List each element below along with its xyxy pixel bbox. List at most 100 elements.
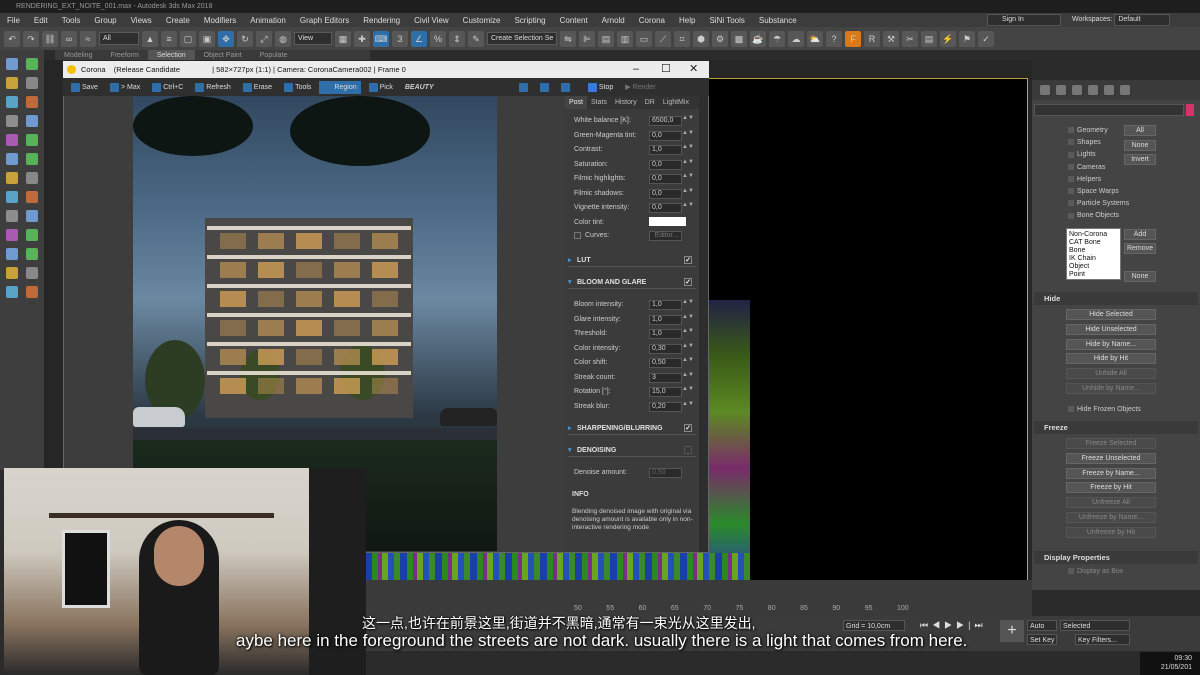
category-invert-button[interactable]: Invert — [1124, 154, 1156, 165]
hierarchy-tab-icon[interactable] — [1072, 85, 1082, 95]
left-tool-icon[interactable] — [6, 267, 18, 279]
hide-frozen-checkbox[interactable]: Hide Frozen Objects — [1068, 405, 1141, 415]
selection-region-icon[interactable]: ▢ — [180, 30, 196, 47]
left-tool-icon[interactable] — [6, 153, 18, 165]
menu-item-animation[interactable]: Animation — [243, 16, 293, 25]
left-tool-icon[interactable] — [6, 229, 18, 241]
sini-forensic-icon[interactable]: ⚑ — [959, 30, 975, 47]
category-geometry-checkbox[interactable]: Geometry — [1068, 126, 1108, 136]
link-icon[interactable]: ⛓ — [42, 30, 58, 47]
ribbon-toggle-icon[interactable]: ▭ — [636, 30, 652, 47]
place-icon[interactable]: ◍ — [275, 30, 291, 47]
bone-list-item[interactable]: Point — [1069, 271, 1118, 279]
key-selection-dropdown[interactable]: Selected — [1060, 620, 1130, 631]
menu-item-edit[interactable]: Edit — [27, 16, 55, 25]
bloom-field[interactable]: 0,30 — [649, 343, 682, 354]
bloom-field[interactable]: 1,0 — [649, 329, 682, 339]
vfb-stop-button[interactable]: Stop — [584, 81, 617, 94]
curves-editor-button[interactable]: Editor... — [649, 231, 682, 241]
named-selection-dropdown[interactable]: Create Selection Se — [487, 32, 557, 45]
object-color-swatch[interactable] — [1186, 104, 1194, 116]
object-name-field[interactable] — [1034, 104, 1184, 116]
tone-spinner[interactable]: ▲▼ — [682, 144, 694, 150]
zoom-in-icon[interactable] — [536, 81, 553, 94]
post-tab-history[interactable]: History — [611, 96, 641, 109]
window-crossing-icon[interactable]: ▣ — [199, 30, 215, 47]
workspaces-selector[interactable]: Workspaces: Default — [1072, 14, 1200, 26]
render-iterative-icon[interactable]: ☂ — [769, 30, 785, 47]
rotate-icon[interactable]: ↻ — [237, 30, 253, 47]
menu-item-views[interactable]: Views — [124, 16, 159, 25]
render-setup-icon[interactable]: ⚙ — [712, 30, 728, 47]
left-tool-icon[interactable] — [6, 134, 18, 146]
auto-key-button[interactable]: Auto Key — [1027, 620, 1057, 641]
post-scrollbar[interactable] — [699, 96, 708, 552]
vfb-region-button[interactable]: Region — [319, 80, 361, 94]
left-tool-icon[interactable] — [26, 134, 38, 146]
menu-item-graph-editors[interactable]: Graph Editors — [293, 16, 356, 25]
workspace-value[interactable]: Default — [1114, 14, 1171, 26]
freeze-button[interactable]: Unfreeze by Name... — [1066, 512, 1156, 523]
key-filters-button[interactable]: Key Filters... — [1075, 634, 1130, 645]
left-tool-icon[interactable] — [26, 77, 38, 89]
category-space-warps-checkbox[interactable]: Space Warps — [1068, 187, 1119, 197]
snaps-toggle-icon[interactable]: 3 — [392, 30, 408, 47]
left-tool-icon[interactable] — [6, 172, 18, 184]
bone-list-item[interactable]: IK Chain Object — [1069, 255, 1118, 271]
left-tool-icon[interactable] — [6, 96, 18, 108]
render-cloud-icon[interactable]: ⛅ — [807, 30, 823, 47]
category-shapes-checkbox[interactable]: Shapes — [1068, 138, 1101, 148]
vfb-erase-button[interactable]: Erase — [239, 81, 276, 94]
category-all-button[interactable]: All — [1124, 125, 1156, 136]
category-lights-checkbox[interactable]: Lights — [1068, 150, 1096, 160]
online-help-icon[interactable]: ? — [826, 30, 842, 47]
close-icon[interactable]: ✕ — [689, 61, 698, 78]
corona-converter-icon[interactable]: ⚒ — [883, 30, 899, 47]
tone-field[interactable]: 0,0 — [649, 203, 682, 213]
forest-pack-icon[interactable]: F — [845, 30, 861, 47]
menu-item-group[interactable]: Group — [87, 16, 123, 25]
menu-item-sini-tools[interactable]: SiNi Tools — [702, 16, 751, 25]
freeze-rollout-header[interactable]: Freeze — [1034, 421, 1198, 434]
menu-item-tools[interactable]: Tools — [55, 16, 88, 25]
tone-spinner[interactable]: ▲▼ — [682, 188, 694, 194]
hide-rollout-header[interactable]: Hide — [1034, 292, 1198, 305]
bloom-glare-checkbox[interactable]: ✓ — [684, 278, 692, 286]
freeze-button[interactable]: Freeze Selected — [1066, 438, 1156, 449]
menu-item-rendering[interactable]: Rendering — [356, 16, 407, 25]
layer-explorer-icon[interactable]: ▤ — [598, 30, 614, 47]
menu-item-scripting[interactable]: Scripting — [507, 16, 552, 25]
hide-button[interactable]: Unhide All — [1066, 368, 1156, 380]
tone-spinner[interactable]: ▲▼ — [682, 202, 694, 208]
post-tab-post[interactable]: Post — [565, 96, 588, 109]
hide-button[interactable]: Hide by Hit — [1066, 353, 1156, 365]
bloom-spinner[interactable]: ▲▼ — [682, 328, 694, 334]
sharpening-section[interactable]: SHARPENING/BLURRING ✓ — [568, 422, 696, 435]
hide-button[interactable]: Hide Unselected — [1066, 323, 1156, 335]
undo-icon[interactable]: ↶ — [4, 30, 20, 47]
sharpening-checkbox[interactable]: ✓ — [684, 424, 692, 432]
category-helpers-checkbox[interactable]: Helpers — [1068, 175, 1101, 185]
lut-section[interactable]: LUT ✓ — [568, 254, 696, 267]
left-tool-icon[interactable] — [26, 172, 38, 184]
tone-field[interactable]: 0,0 — [649, 130, 682, 141]
denoising-section[interactable]: DENOISING — [568, 444, 696, 457]
render-pass-dropdown[interactable]: BEAUTY — [401, 81, 511, 94]
scene-list-icon[interactable]: ▤ — [921, 30, 937, 47]
tone-spinner[interactable]: ▲▼ — [682, 173, 694, 179]
display-tab-icon[interactable] — [1104, 85, 1114, 95]
redo-icon[interactable]: ↷ — [23, 30, 39, 47]
sign-in-dropdown[interactable]: Sign In — [987, 14, 1061, 26]
maximize-icon[interactable]: ☐ — [661, 61, 671, 78]
tone-field[interactable]: 0,0 — [649, 174, 682, 184]
utilities-tab-icon[interactable] — [1120, 85, 1130, 95]
corona-tools-icon[interactable]: ✂ — [902, 30, 918, 47]
selection-filter-dropdown[interactable]: All — [99, 32, 139, 45]
category-cameras-checkbox[interactable]: Cameras — [1068, 163, 1105, 173]
display-properties-header[interactable]: Display Properties — [1034, 551, 1198, 564]
freeze-button[interactable]: Unfreeze by Hit — [1066, 526, 1156, 538]
left-tool-icon[interactable] — [26, 191, 38, 203]
angle-snap-icon[interactable]: ∠ — [411, 30, 427, 47]
menu-item-corona[interactable]: Corona — [632, 16, 672, 25]
menu-item-modifiers[interactable]: Modifiers — [197, 16, 243, 25]
